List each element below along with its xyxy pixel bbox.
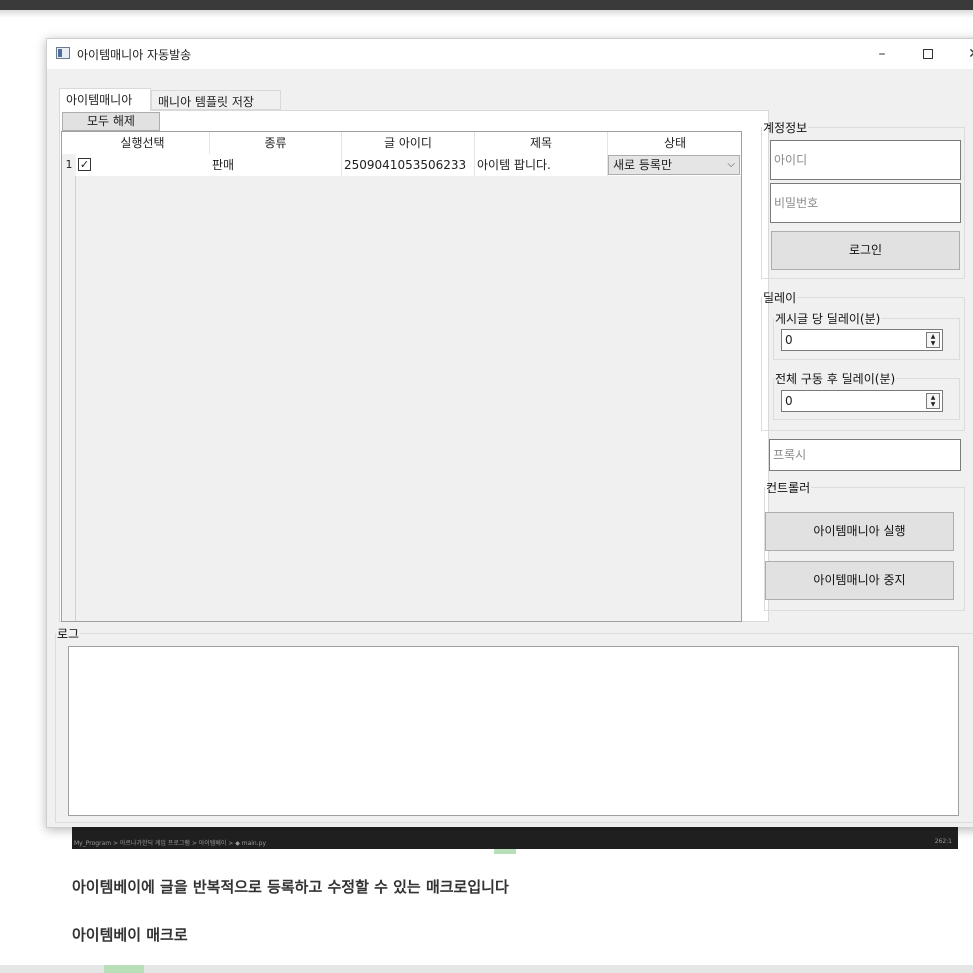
cell-post-id[interactable]: 2509041053506233 <box>342 154 475 176</box>
minimize-button[interactable]: – <box>859 39 905 69</box>
password-input[interactable]: 비밀번호 <box>770 183 961 223</box>
tab-mania-template-save[interactable]: 매니아 템플릿 저장 <box>151 90 281 110</box>
account-group-title: 계정정보 <box>763 121 808 135</box>
background-bottom-strip <box>0 965 973 973</box>
delay-group-title: 딜레이 <box>763 291 797 305</box>
app-window: 아이템매니아 자동발송 – ✕ 아이템매니아 매니아 템플릿 저장 모두 해제 … <box>46 38 973 828</box>
after-run-delay-spinner[interactable]: ▲ ▼ <box>926 393 940 409</box>
login-button[interactable]: 로그인 <box>771 231 960 270</box>
cell-type[interactable]: 판매 <box>210 154 342 176</box>
column-header-title[interactable]: 제목 <box>475 132 608 154</box>
post-table: 실행선택 종류 글 아이디 제목 상태 1 ✓ 판매 2509041053506… <box>61 131 742 622</box>
column-header-type[interactable]: 종류 <box>210 132 342 154</box>
spin-down-icon[interactable]: ▼ <box>927 340 939 347</box>
per-post-delay-label: 게시글 당 딜레이(분) <box>775 312 881 326</box>
app-window-icon <box>56 47 70 59</box>
log-textarea[interactable] <box>68 646 959 816</box>
per-post-delay-value: 0 <box>785 333 793 347</box>
table-row[interactable]: 1 ✓ 판매 2509041053506233 아이템 팝니다. 새로 등록만 … <box>62 154 741 176</box>
maximize-icon <box>923 49 933 59</box>
proxy-input[interactable]: 프록시 <box>769 439 961 471</box>
background-top-shadow <box>0 10 973 18</box>
green-highlight-mark <box>494 849 516 854</box>
description-text: 아이템베이에 글을 반복적으로 등록하고 수정할 수 있는 매크로입니다 <box>72 878 509 896</box>
tab-itemmania[interactable]: 아이템매니아 <box>59 88 151 111</box>
spin-up-icon[interactable]: ▲ <box>927 394 939 401</box>
table-header: 실행선택 종류 글 아이디 제목 상태 <box>62 132 741 154</box>
after-run-delay-input[interactable]: 0 ▲ ▼ <box>781 390 943 412</box>
run-select-checkbox[interactable]: ✓ <box>78 158 91 171</box>
chevron-down-icon: ⌵ <box>727 159 735 170</box>
background-top-strip <box>0 0 973 10</box>
editor-breadcrumb: My_Program > 아르나가한딕 게임 프로그램 > 아이템베이 > ◆ … <box>74 840 267 847</box>
editor-status-bar: My_Program > 아르나가한딕 게임 프로그램 > 아이템베이 > ◆ … <box>72 827 958 849</box>
per-post-delay-input[interactable]: 0 ▲ ▼ <box>781 329 943 351</box>
section-heading: 아이템베이 매크로 <box>72 926 188 944</box>
status-dropdown-value: 새로 등록만 <box>613 158 673 172</box>
after-run-delay-value: 0 <box>785 394 793 408</box>
controller-group-title: 컨트롤러 <box>766 481 811 495</box>
status-dropdown[interactable]: 새로 등록만 ⌵ <box>608 155 740 175</box>
spin-down-icon[interactable]: ▼ <box>927 401 939 408</box>
maximize-button[interactable] <box>905 39 951 69</box>
cell-title[interactable]: 아이템 팝니다. <box>475 154 608 176</box>
editor-cursor-position: 262:1 <box>934 838 952 845</box>
log-group-title: 로그 <box>57 627 80 641</box>
row-number: 1 <box>62 154 76 176</box>
column-header-run-select[interactable]: 실행선택 <box>76 132 210 154</box>
column-header-post-id[interactable]: 글 아이디 <box>342 132 475 154</box>
close-button[interactable]: ✕ <box>951 39 973 69</box>
row-header-column <box>62 132 76 621</box>
title-bar: 아이템매니아 자동발송 – ✕ <box>47 39 973 69</box>
spin-up-icon[interactable]: ▲ <box>927 333 939 340</box>
run-button[interactable]: 아이템매니아 실행 <box>765 512 954 551</box>
id-input[interactable]: 아이디 <box>770 140 961 180</box>
column-header-status[interactable]: 상태 <box>608 132 742 154</box>
stop-button[interactable]: 아이템매니아 중지 <box>765 561 954 600</box>
bottom-green-mark <box>104 965 144 973</box>
unselect-all-button[interactable]: 모두 해제 <box>62 112 160 131</box>
per-post-delay-spinner[interactable]: ▲ ▼ <box>926 332 940 348</box>
after-run-delay-label: 전체 구동 후 딜레이(분) <box>775 372 896 386</box>
window-title: 아이템매니아 자동발송 <box>77 48 192 62</box>
